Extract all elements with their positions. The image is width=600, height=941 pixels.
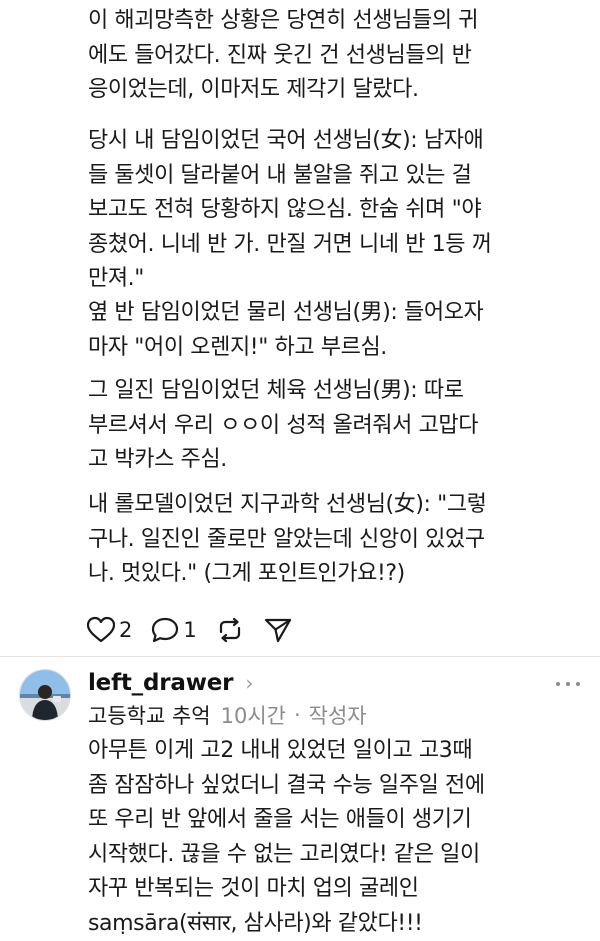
reply-count: 1 — [183, 618, 197, 642]
post-paragraph-2: 당시 내 담임이었던 국어 선생님(女): 남자애 들 둘셋이 달라붙어 내 불… — [88, 128, 492, 291]
reply-author-row: left_drawer › — [88, 666, 253, 700]
heart-icon — [86, 616, 116, 643]
chevron-right-icon[interactable]: › — [245, 671, 253, 695]
author-badge: 작성자 — [308, 704, 367, 728]
more-options-icon[interactable] — [556, 676, 580, 692]
meta-separator: · — [293, 703, 301, 727]
post-paragraph-4: 그 일진 담임이었던 체육 선생님(男): 따로 부르셔서 우리 ㅇㅇ이 성적 … — [88, 378, 479, 472]
like-button[interactable]: 2 — [86, 616, 132, 644]
post-paragraph-3: 옆 반 담임이었던 물리 선생님(男): 들어오자 마자 "어이 오렌지!" 하… — [88, 300, 484, 360]
thread-divider — [0, 656, 600, 657]
post-paragraph-1: 이 해괴망측한 상황은 당연히 선생님들의 귀 에도 들어갔다. 진짜 웃긴 건… — [88, 8, 479, 102]
reply-text: 아무튼 이게 고2 내내 있었던 일이고 고3때 좀 잠잠하나 싶었더니 결국 … — [88, 738, 485, 936]
repost-icon — [219, 617, 240, 643]
reply-button[interactable]: 1 — [150, 616, 197, 644]
like-count: 2 — [119, 618, 133, 642]
post-paragraph-5: 내 롤모델이었던 지구과학 선생님(女): "그렇 구나. 일진인 줄로만 알았… — [88, 492, 487, 586]
topic-tag[interactable]: 고등학교 추억 — [88, 700, 211, 730]
send-icon — [264, 618, 291, 643]
post-action-bar: 2 1 — [86, 612, 311, 648]
reply-meta: 고등학교 추억 10시간 · 작성자 — [88, 699, 367, 731]
reply-author-name[interactable]: left_drawer — [88, 670, 234, 696]
share-button[interactable] — [263, 616, 293, 644]
comment-icon — [152, 617, 179, 643]
avatar-photo — [20, 670, 70, 720]
repost-button[interactable] — [215, 616, 245, 644]
avatar[interactable] — [19, 669, 71, 721]
reply-timestamp: 10시간 — [220, 704, 286, 728]
